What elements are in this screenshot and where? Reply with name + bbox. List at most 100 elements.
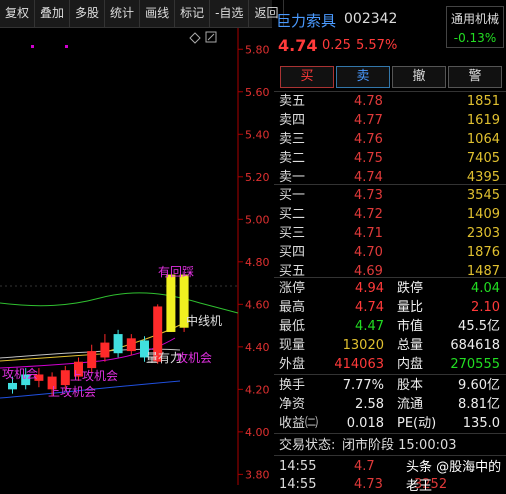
candle-down[interactable] — [8, 382, 17, 390]
ask-row[interactable]: 卖五 4.78 1851 — [274, 92, 506, 111]
watermark: 头条 @股海中的老王 — [406, 460, 502, 494]
stat-value: 135.0 — [462, 416, 500, 431]
candle-up[interactable] — [100, 342, 110, 358]
bid-row[interactable]: 买二 4.72 1409 — [274, 205, 506, 224]
bid-label: 买二 — [279, 207, 306, 222]
stat-value: 414063 — [334, 357, 384, 372]
stat-value: 4.74 — [355, 300, 384, 315]
stat-label: 净资 — [279, 397, 306, 412]
bid-volume: 3545 — [466, 188, 500, 203]
tick-price: 4.7 — [354, 459, 375, 474]
stat-value: 7.77% — [342, 378, 384, 393]
sell-button[interactable]: 卖 — [336, 66, 390, 88]
toolbar-draw-line-button[interactable]: 画线 — [140, 0, 176, 27]
kline-chart[interactable]: 5.80 5.60 5.40 5.20 5.00 4.80 4.60 4.40 4.20 4.00… — [0, 28, 272, 485]
price-tick-label: 5.20 — [245, 171, 270, 184]
fundamentals-row: 换手 7.77% 股本 9.60亿 — [274, 376, 506, 395]
price-tick-label: 5.60 — [245, 86, 270, 99]
price-tick-label: 4.20 — [245, 383, 270, 396]
candle-down[interactable] — [166, 274, 176, 332]
stat-label: 最低 — [279, 319, 306, 334]
candle-up[interactable] — [60, 370, 70, 386]
bid-row[interactable]: 买三 4.71 2303 — [274, 224, 506, 243]
ask-row[interactable]: 卖二 4.75 7405 — [274, 149, 506, 168]
stat-value: 270555 — [450, 357, 500, 372]
divider — [274, 433, 506, 434]
marker-dot — [65, 45, 68, 48]
stat-label: 内盘 — [397, 357, 424, 372]
price-change-pct: 5.57% — [356, 38, 398, 53]
ask-label: 卖三 — [279, 132, 306, 147]
stat-value: 8.81亿 — [458, 397, 500, 412]
alert-button[interactable]: 警 — [448, 66, 502, 88]
stat-value: 9.60亿 — [458, 378, 500, 393]
stock-code: 002342 — [344, 11, 398, 27]
bid-price: 4.70 — [354, 245, 383, 260]
quote-panel: 巨力索具 002342 通用机械 -0.13% 4.74 0.25 5.57% … — [274, 0, 506, 494]
ask-label: 卖四 — [279, 113, 306, 128]
annotation-label: 上攻机会 — [70, 369, 118, 383]
stock-name[interactable]: 巨力索具 — [276, 10, 336, 31]
stat-label: 收益㈡ — [279, 416, 319, 431]
stat-value: 0.018 — [346, 416, 384, 431]
toolbar-overlay-button[interactable]: 叠加 — [35, 0, 71, 27]
marker-dot — [31, 45, 34, 48]
tick-time: 14:55 — [279, 459, 317, 474]
stat-label: 涨停 — [279, 281, 306, 296]
diamond-icon[interactable] — [189, 32, 201, 44]
stat-label: 换手 — [279, 378, 306, 393]
chart-annotations: 有回踩 中线机 量有力 攻机会 上攻机会 上攻机会 攻机会 — [2, 265, 222, 399]
ask-label: 卖五 — [279, 94, 306, 109]
industry-box[interactable]: 通用机械 -0.13% — [446, 6, 504, 48]
bid-label: 买四 — [279, 245, 306, 260]
ask-volume: 1851 — [466, 94, 500, 109]
stat-value: 45.5亿 — [458, 319, 500, 334]
checkbox-check — [207, 33, 215, 41]
price-tick-label: 3.80 — [245, 468, 270, 481]
stat-value: 2.58 — [355, 397, 384, 412]
stat-label: 现量 — [279, 338, 306, 353]
toolbar-mark-button[interactable]: 标记 — [175, 0, 211, 27]
candle-down[interactable] — [113, 334, 123, 354]
bid-price: 4.72 — [354, 207, 383, 222]
ask-volume: 1619 — [466, 113, 500, 128]
stats-row: 外盘 414063 内盘 270555 — [274, 355, 506, 374]
annotation-label: 有回踩 — [158, 265, 194, 279]
bid-label: 买三 — [279, 226, 306, 241]
ask-row[interactable]: 卖三 4.76 1064 — [274, 130, 506, 149]
bid-price: 4.73 — [354, 188, 383, 203]
bid-label: 买一 — [279, 188, 306, 203]
price-tick-label: 5.80 — [245, 43, 270, 56]
stat-label: 股本 — [397, 378, 424, 393]
annotation-label: 攻机会 — [2, 367, 38, 381]
stat-value: 2.10 — [471, 300, 500, 315]
stat-label: 跌停 — [397, 281, 424, 296]
ask-row[interactable]: 卖四 4.77 1619 — [274, 111, 506, 130]
ask-price: 4.75 — [354, 151, 383, 166]
bid-row[interactable]: 买一 4.73 3545 — [274, 186, 506, 205]
buy-button[interactable]: 买 — [280, 66, 334, 88]
toolbar-statistics-button[interactable]: 统计 — [105, 0, 141, 27]
stat-value: 4.47 — [355, 319, 384, 334]
stat-label: 最高 — [279, 300, 306, 315]
toolbar-multi-stock-button[interactable]: 多股 — [70, 0, 106, 27]
chart-toolbar: 复权 叠加 多股 统计 画线 标记 -自选 返回 — [0, 0, 285, 28]
annotation-label: 上攻机会 — [48, 385, 96, 399]
stat-label: 量比 — [397, 300, 424, 315]
stat-label: 流通 — [397, 397, 424, 412]
price-tick-label: 5.40 — [245, 128, 270, 141]
candle-up[interactable] — [87, 351, 97, 369]
toolbar-restore-rights-button[interactable]: 复权 — [0, 0, 36, 27]
stat-value: 4.04 — [471, 281, 500, 296]
candle-up[interactable] — [126, 338, 136, 352]
ask-price: 4.77 — [354, 113, 383, 128]
bid-row[interactable]: 买四 4.70 1876 — [274, 243, 506, 262]
stat-label: PE(动) — [397, 416, 437, 431]
cancel-order-button[interactable]: 撤 — [392, 66, 446, 88]
bid-volume: 1409 — [466, 207, 500, 222]
ask-label: 卖二 — [279, 151, 306, 166]
price-tick-label: 4.40 — [245, 341, 270, 354]
stat-label: 总量 — [397, 338, 424, 353]
annotation-label: 攻机会 — [176, 351, 212, 365]
toolbar-watchlist-button[interactable]: -自选 — [210, 0, 250, 27]
